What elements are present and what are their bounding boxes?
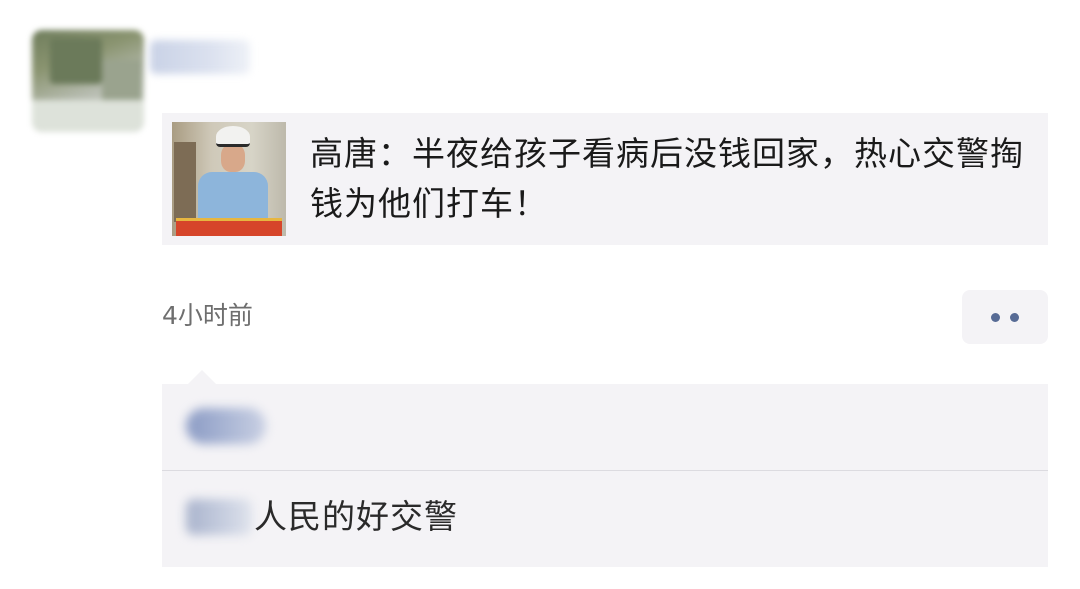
user-avatar[interactable] (32, 30, 144, 132)
post-timestamp: 4小时前 (162, 301, 253, 330)
user-nickname-blurred[interactable] (150, 40, 250, 74)
comment-area: 人民的好交警 (162, 384, 1048, 567)
moments-post: 高唐：半夜给孩子看病后没钱回家，热心交警掏钱为他们打车！ 4小时前 人民的好交警 (0, 0, 1080, 589)
liker-name-blurred[interactable] (186, 408, 266, 444)
likes-row (162, 384, 1048, 470)
commenter-name-blurred[interactable] (186, 499, 252, 535)
more-options-button[interactable] (962, 290, 1048, 344)
article-title: 高唐：半夜给孩子看病后没钱回家，热心交警掏钱为他们打车！ (310, 134, 1024, 223)
comment-text: 人民的好交警 (254, 497, 458, 536)
more-dot-icon (991, 312, 1000, 322)
shared-article-card[interactable]: 高唐：半夜给孩子看病后没钱回家，热心交警掏钱为他们打车！ (162, 113, 1048, 245)
comment-area-pointer (188, 370, 216, 384)
comment-item[interactable]: 人民的好交警 (162, 471, 1048, 567)
article-thumbnail (172, 122, 286, 236)
more-dot-icon (1010, 312, 1019, 322)
